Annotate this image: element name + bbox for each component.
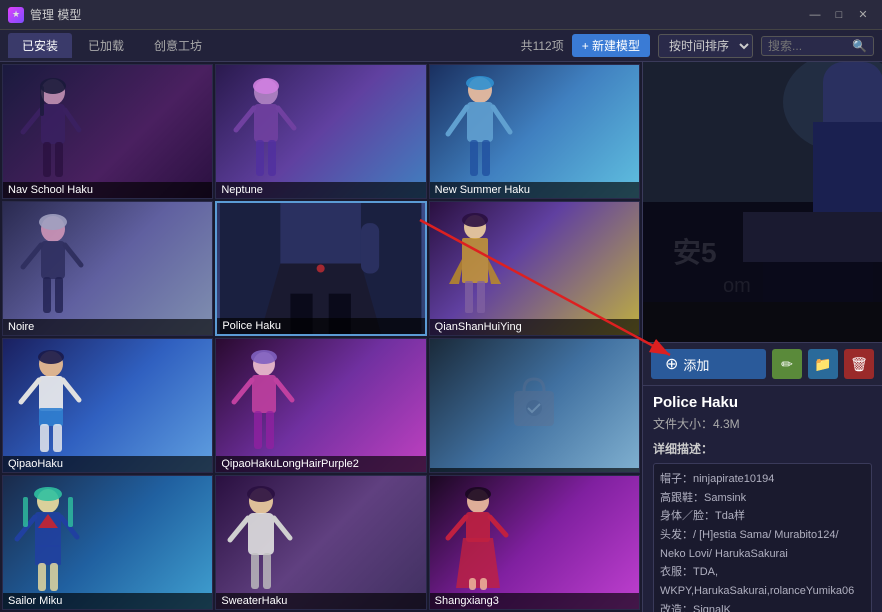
main-area: Nav School Haku Neptune <box>0 62 882 612</box>
right-panel: 安5 om ⊕ 添加 ✏ 📁 🗑 Police Haku 文件大小：4. <box>642 62 882 612</box>
model-label <box>430 468 639 472</box>
window-title: 管理 模型 <box>30 6 81 23</box>
police-haku-item[interactable]: Police Haku <box>215 201 426 336</box>
detail-title: 详细描述： <box>653 440 872 457</box>
add-label: 添加 <box>683 355 709 374</box>
svg-text:安5: 安5 <box>673 237 717 268</box>
search-icon: 🔍 <box>852 39 867 53</box>
file-size: 文件大小：4.3M <box>653 415 872 432</box>
model-item[interactable]: QipaoHaku <box>2 338 213 473</box>
title-bar-left: ★ 管理 模型 <box>8 6 81 23</box>
model-label: Noire <box>3 319 212 335</box>
model-grid: Nav School Haku Neptune <box>2 64 640 612</box>
tab-bar: 已安装 已加载 创意工坊 共112项 + 新建模型 按时间排序 🔍 <box>0 30 882 62</box>
model-label: Police Haku <box>217 318 424 334</box>
model-item[interactable]: QianShanHuiYing <box>429 201 640 336</box>
model-item[interactable] <box>429 338 640 473</box>
tab-loaded[interactable]: 已加载 <box>74 33 138 58</box>
delete-icon: 🗑 <box>850 356 868 373</box>
title-bar: ★ 管理 模型 — □ ✕ <box>0 0 882 30</box>
info-section: Police Haku 文件大小：4.3M 详细描述： 帽子：ninjapira… <box>643 386 882 612</box>
model-item[interactable]: Shangxiang3 <box>429 475 640 610</box>
item-count: 共112项 <box>521 37 564 54</box>
minimize-button[interactable]: — <box>804 4 826 26</box>
tab-installed[interactable]: 已安装 <box>8 33 72 58</box>
model-label: Sailor Miku <box>3 593 212 609</box>
model-label: Nav School Haku <box>3 182 212 198</box>
sort-dropdown[interactable]: 按时间排序 <box>658 34 753 58</box>
tab-workshop[interactable]: 创意工坊 <box>140 33 216 58</box>
close-button[interactable]: ✕ <box>852 4 874 26</box>
model-item[interactable]: QipaoHakuLongHairPurple2 <box>215 338 426 473</box>
model-label: SweaterHaku <box>216 593 425 609</box>
window-controls: — □ ✕ <box>804 4 874 26</box>
grid-area[interactable]: Nav School Haku Neptune <box>0 62 642 612</box>
folder-button[interactable]: 📁 <box>808 349 838 379</box>
detail-content: 帽子：ninjapirate10194 高跟鞋：Samsink 身体／脸：Tda… <box>653 463 872 612</box>
preview-image: 安5 om <box>643 62 882 342</box>
search-input[interactable] <box>768 39 848 53</box>
folder-icon: 📁 <box>814 356 831 373</box>
model-label: QipaoHakuLongHairPurple2 <box>216 456 425 472</box>
tab-list: 已安装 已加载 创意工坊 <box>8 33 216 58</box>
app-icon: ★ <box>8 7 24 23</box>
new-model-button[interactable]: + 新建模型 <box>572 34 650 57</box>
model-label: QipaoHaku <box>3 456 212 472</box>
model-item[interactable]: Sailor Miku <box>2 475 213 610</box>
search-box: 🔍 <box>761 36 874 56</box>
edit-icon: ✏ <box>781 356 793 373</box>
model-item[interactable]: New Summer Haku <box>429 64 640 199</box>
model-item[interactable]: Nav School Haku <box>2 64 213 199</box>
model-label: QianShanHuiYing <box>430 319 639 335</box>
add-button[interactable]: ⊕ 添加 <box>651 349 766 379</box>
delete-button[interactable]: 🗑 <box>844 349 874 379</box>
action-buttons: ⊕ 添加 ✏ 📁 🗑 <box>643 342 882 386</box>
model-label: New Summer Haku <box>430 182 639 198</box>
selected-model-name: Police Haku <box>653 394 872 411</box>
model-item[interactable]: SweaterHaku <box>215 475 426 610</box>
model-item[interactable]: Neptune <box>215 64 426 199</box>
model-label: Neptune <box>216 182 425 198</box>
add-plus-icon: ⊕ <box>665 354 678 374</box>
model-item[interactable]: Noire <box>2 201 213 336</box>
model-label: Shangxiang3 <box>430 593 639 609</box>
svg-text:om: om <box>723 275 751 297</box>
maximize-button[interactable]: □ <box>828 4 850 26</box>
edit-button[interactable]: ✏ <box>772 349 802 379</box>
tab-bar-right: 共112项 + 新建模型 按时间排序 🔍 <box>521 34 874 58</box>
